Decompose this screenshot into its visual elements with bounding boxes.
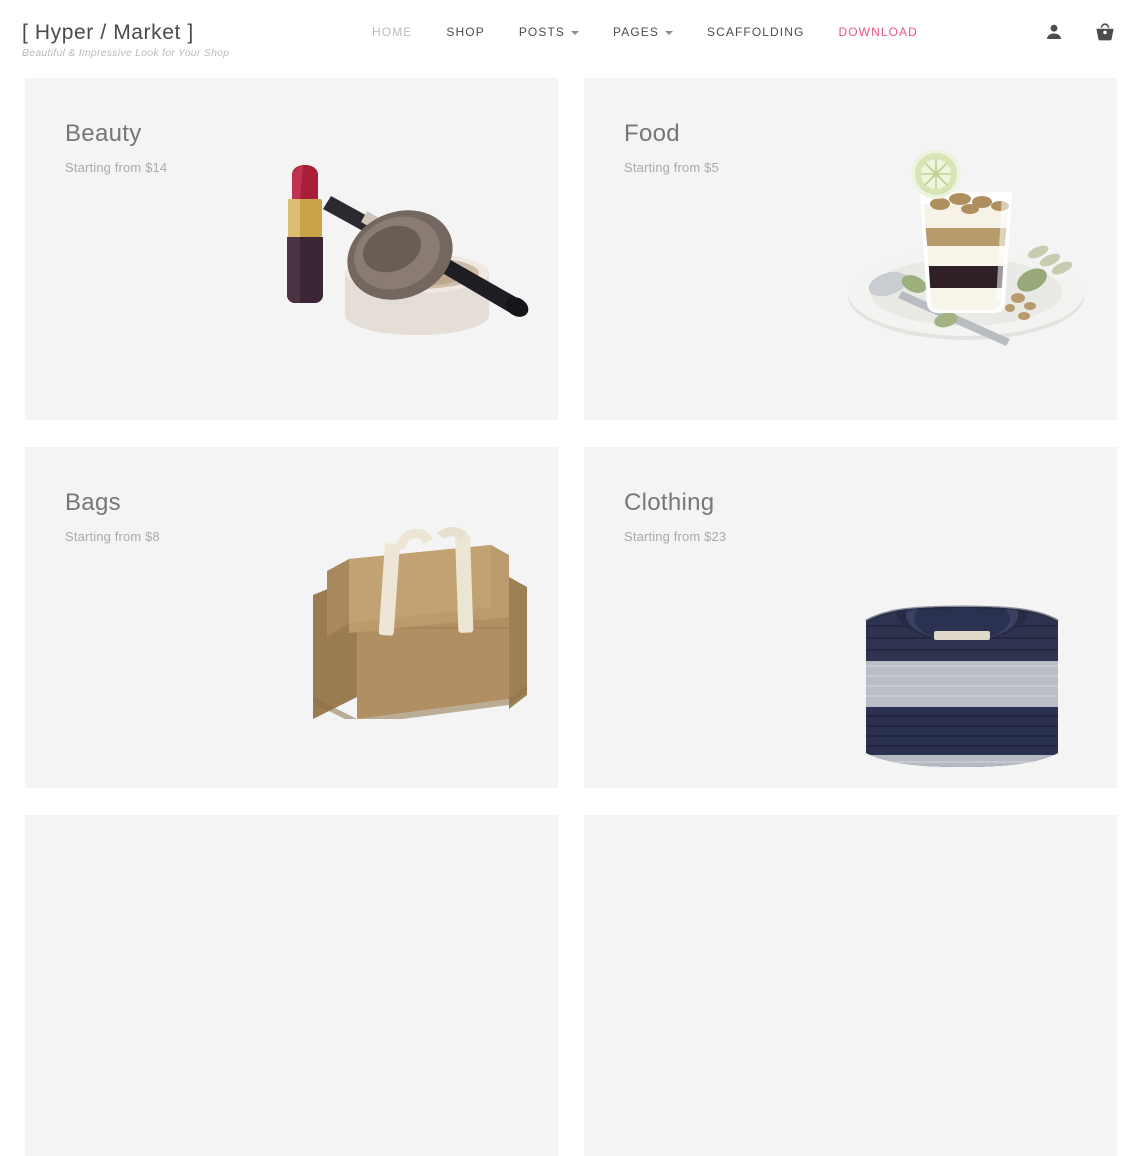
- brand-logo[interactable]: [ Hyper / Market ] Beautiful & Impressiv…: [22, 20, 229, 61]
- card-title: Clothing: [624, 489, 715, 516]
- account-icon[interactable]: [1044, 22, 1064, 42]
- header-icon-group: [1044, 21, 1116, 43]
- nav-item-scaffolding[interactable]: SCAFFOLDING: [690, 25, 821, 39]
- bag-product-image: [287, 519, 547, 725]
- brand-tagline: Beautiful & Impressive Look for Your Sho…: [22, 47, 230, 59]
- category-card-placeholder[interactable]: [584, 815, 1117, 1156]
- site-header: [ Hyper / Market ] Beautiful & Impressiv…: [0, 0, 1142, 78]
- nav-item-download[interactable]: DOWNLOAD: [821, 25, 934, 39]
- nav-label: HOME: [372, 25, 413, 39]
- nav-item-shop[interactable]: SHOP: [429, 25, 501, 39]
- category-card-clothing[interactable]: Clothing Starting from $23: [584, 447, 1117, 788]
- chevron-down-icon: [664, 31, 673, 35]
- nav-label: DOWNLOAD: [838, 25, 918, 39]
- nav-label: SHOP: [446, 25, 485, 39]
- category-card-placeholder[interactable]: [25, 815, 558, 1156]
- chevron-down-icon: [571, 31, 580, 35]
- brand-title: [ Hyper / Market ]: [22, 21, 194, 44]
- clothing-product-image: [852, 605, 1072, 780]
- category-card-beauty[interactable]: Beauty Starting from $14: [25, 78, 558, 420]
- card-price: Starting from $23: [624, 529, 727, 544]
- card-title: Food: [624, 120, 680, 147]
- category-card-bags[interactable]: Bags Starting from $8: [25, 447, 558, 788]
- beauty-product-image: [265, 163, 545, 338]
- category-card-food[interactable]: Food Starting from $5: [584, 78, 1117, 420]
- card-title: Beauty: [65, 120, 142, 147]
- nav-label: SCAFFOLDING: [706, 25, 805, 39]
- nav-label: POSTS: [518, 25, 566, 39]
- card-price: Starting from $14: [65, 160, 168, 175]
- nav-item-posts[interactable]: POSTS: [502, 25, 596, 39]
- nav-item-pages[interactable]: PAGES: [596, 25, 690, 39]
- nav-item-home[interactable]: HOME: [355, 25, 429, 39]
- card-price: Starting from $5: [624, 160, 719, 175]
- food-product-image: [842, 148, 1090, 348]
- cart-icon[interactable]: [1094, 21, 1116, 43]
- card-price: Starting from $8: [65, 529, 160, 544]
- nav-label: PAGES: [613, 25, 659, 39]
- main-navigation: HOME SHOP POSTS PAGES SCAFFOLDING DOWNLO…: [355, 25, 935, 39]
- card-title: Bags: [65, 489, 121, 516]
